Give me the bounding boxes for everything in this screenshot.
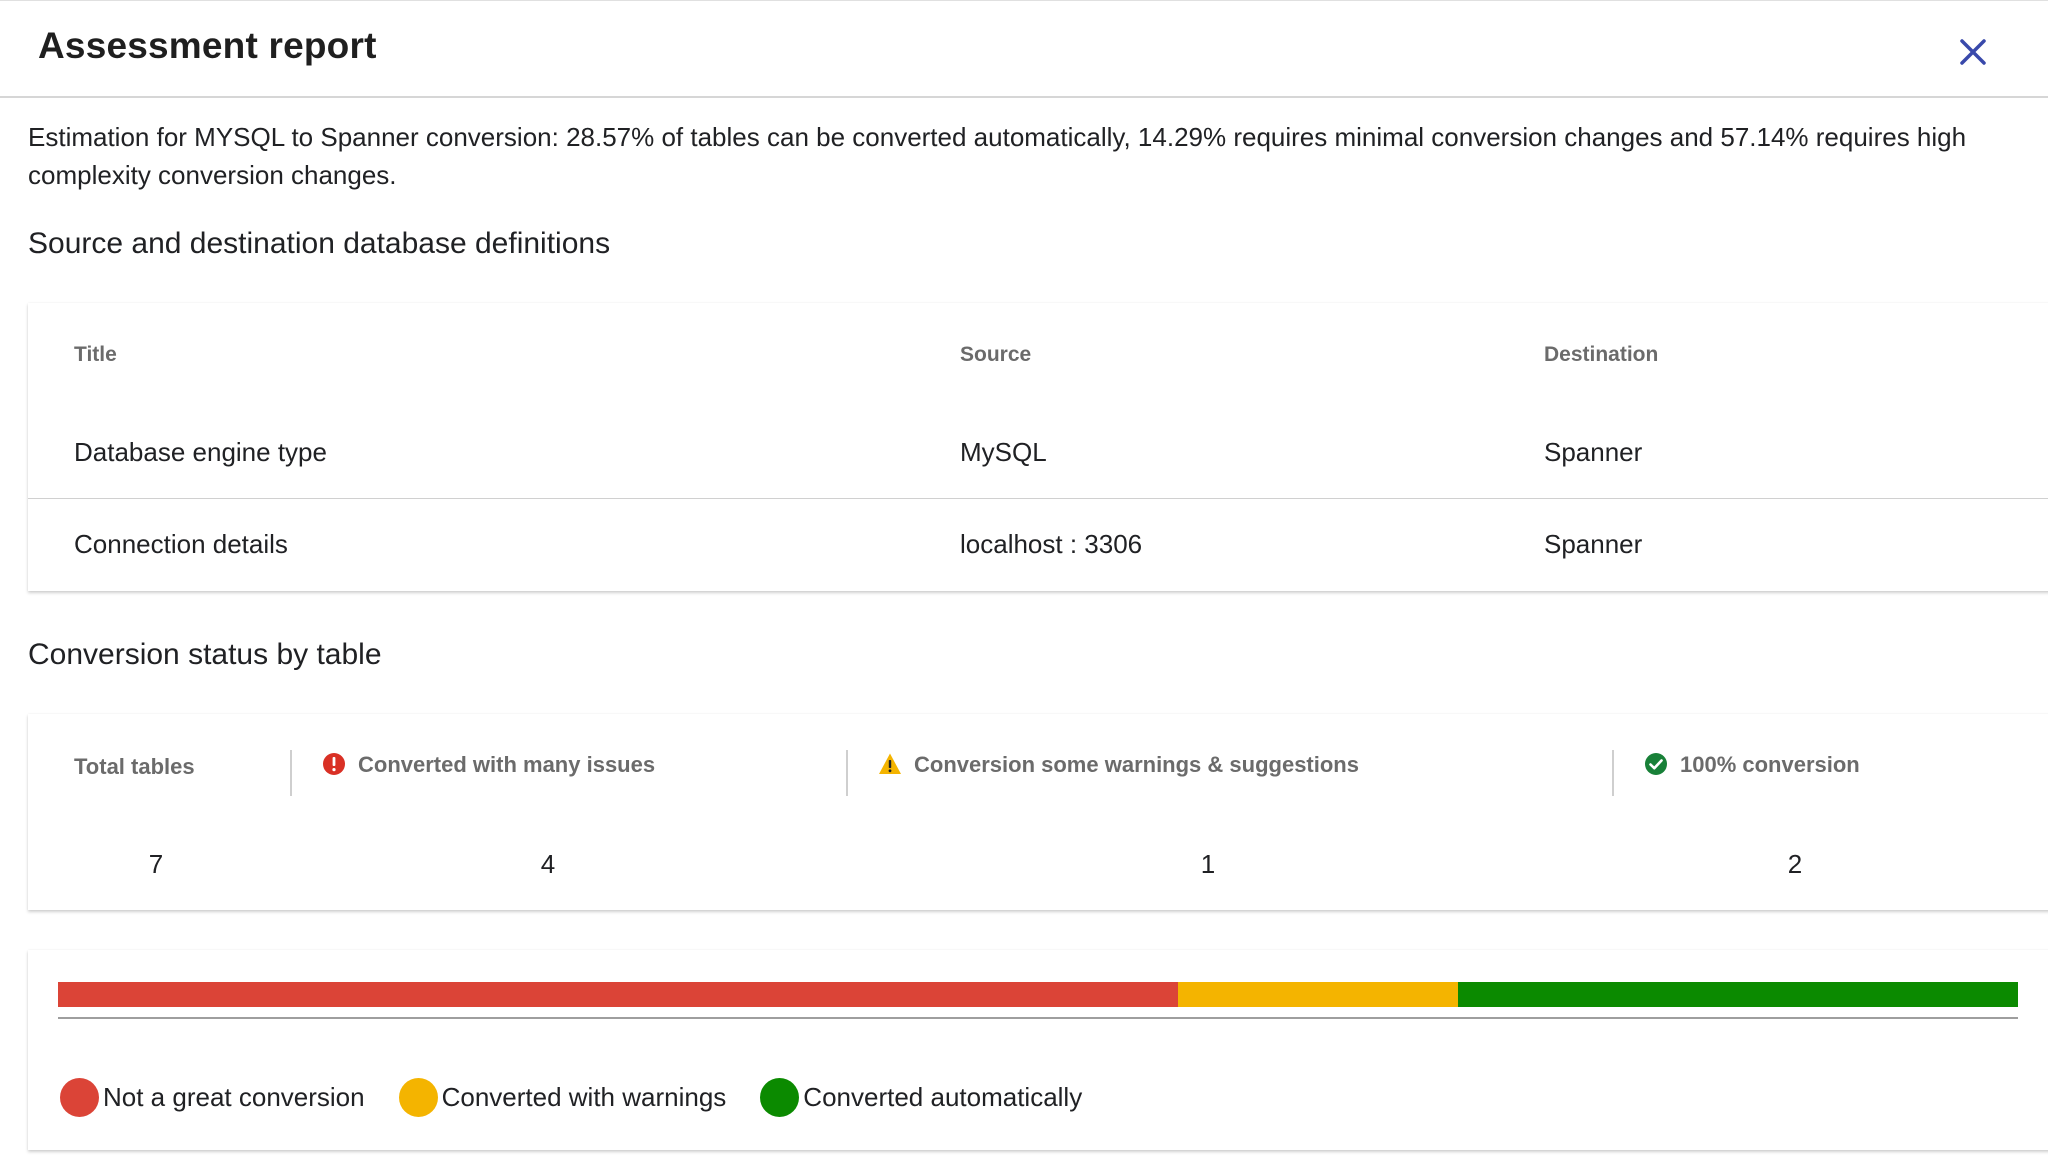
stat-value-total-tables: 7: [148, 849, 164, 879]
assessment-report-dialog: Assessment report Estimation for MYSQL t…: [0, 0, 2048, 1164]
dialog-header: Assessment report: [0, 1, 2048, 98]
legend-item-not-great[interactable]: Not a great conversion: [60, 1078, 365, 1117]
stat-divider: [846, 750, 848, 796]
legend-item-warnings[interactable]: Converted with warnings: [398, 1078, 727, 1117]
stat-label-many-issues: Converted with many issues: [358, 752, 656, 777]
definitions-table: Title Source Destination Database engine…: [28, 303, 2048, 591]
table-cell-row2-destination: Spanner: [1544, 529, 1643, 559]
check-circle-icon: [1645, 753, 1667, 775]
table-cell-row1-source: MySQL: [960, 437, 1047, 467]
conversion-status-heading: Conversion status by table: [28, 638, 382, 671]
stat-divider: [290, 750, 292, 796]
column-header-source: Source: [960, 343, 1032, 366]
legend-swatch: [760, 1078, 800, 1117]
stat-label-warnings: Conversion some warnings & suggestions: [914, 752, 1359, 777]
legend-swatch: [60, 1078, 99, 1117]
error-icon: [323, 753, 345, 775]
stat-value-many-issues: 4: [540, 849, 556, 879]
table-cell-row2-title: Connection details: [74, 529, 288, 559]
legend-swatch: [398, 1078, 438, 1117]
progress-segment: [1177, 982, 1459, 1007]
conversion-chart-card: Not a great conversion Converted with wa…: [28, 950, 2048, 1150]
progress-segment: [58, 982, 1178, 1007]
close-button[interactable]: [1950, 29, 1996, 75]
stat-label-full-conversion: 100% conversion: [1680, 752, 1860, 777]
stat-divider: [1612, 750, 1614, 796]
legend-label: Converted automatically: [803, 1082, 1083, 1112]
table-cell-row1-title: Database engine type: [74, 437, 327, 467]
legend-label: Not a great conversion: [103, 1082, 365, 1112]
close-icon[interactable]: [1950, 29, 1996, 75]
legend-label: Converted with warnings: [441, 1082, 727, 1112]
progress-baseline: [58, 1017, 2018, 1019]
conversion-summary-text: Estimation for MYSQL to Spanner conversi…: [28, 122, 1967, 190]
conversion-progress-bar: [58, 982, 2018, 1007]
column-header-title: Title: [74, 343, 117, 366]
chart-legend: Not a great conversion Converted with wa…: [60, 1078, 1116, 1117]
column-header-destination: Destination: [1544, 343, 1659, 366]
progress-segment: [1458, 982, 2018, 1007]
legend-item-automatic[interactable]: Converted automatically: [760, 1078, 1082, 1117]
table-cell-row2-source: localhost : 3306: [960, 529, 1143, 559]
stat-value-full-conversion: 2: [1787, 849, 1803, 879]
definitions-heading: Source and destination database definiti…: [28, 227, 611, 260]
stat-label-total-tables: Total tables: [74, 754, 195, 779]
dialog-title: Assessment report: [38, 25, 377, 66]
table-cell-row1-destination: Spanner: [1544, 437, 1643, 467]
warning-icon: [879, 753, 901, 774]
row-divider: [28, 498, 2048, 499]
stat-value-warnings: 1: [1200, 849, 1216, 879]
conversion-stats-card: Total tables 7 Converted with many issue…: [28, 714, 2048, 910]
